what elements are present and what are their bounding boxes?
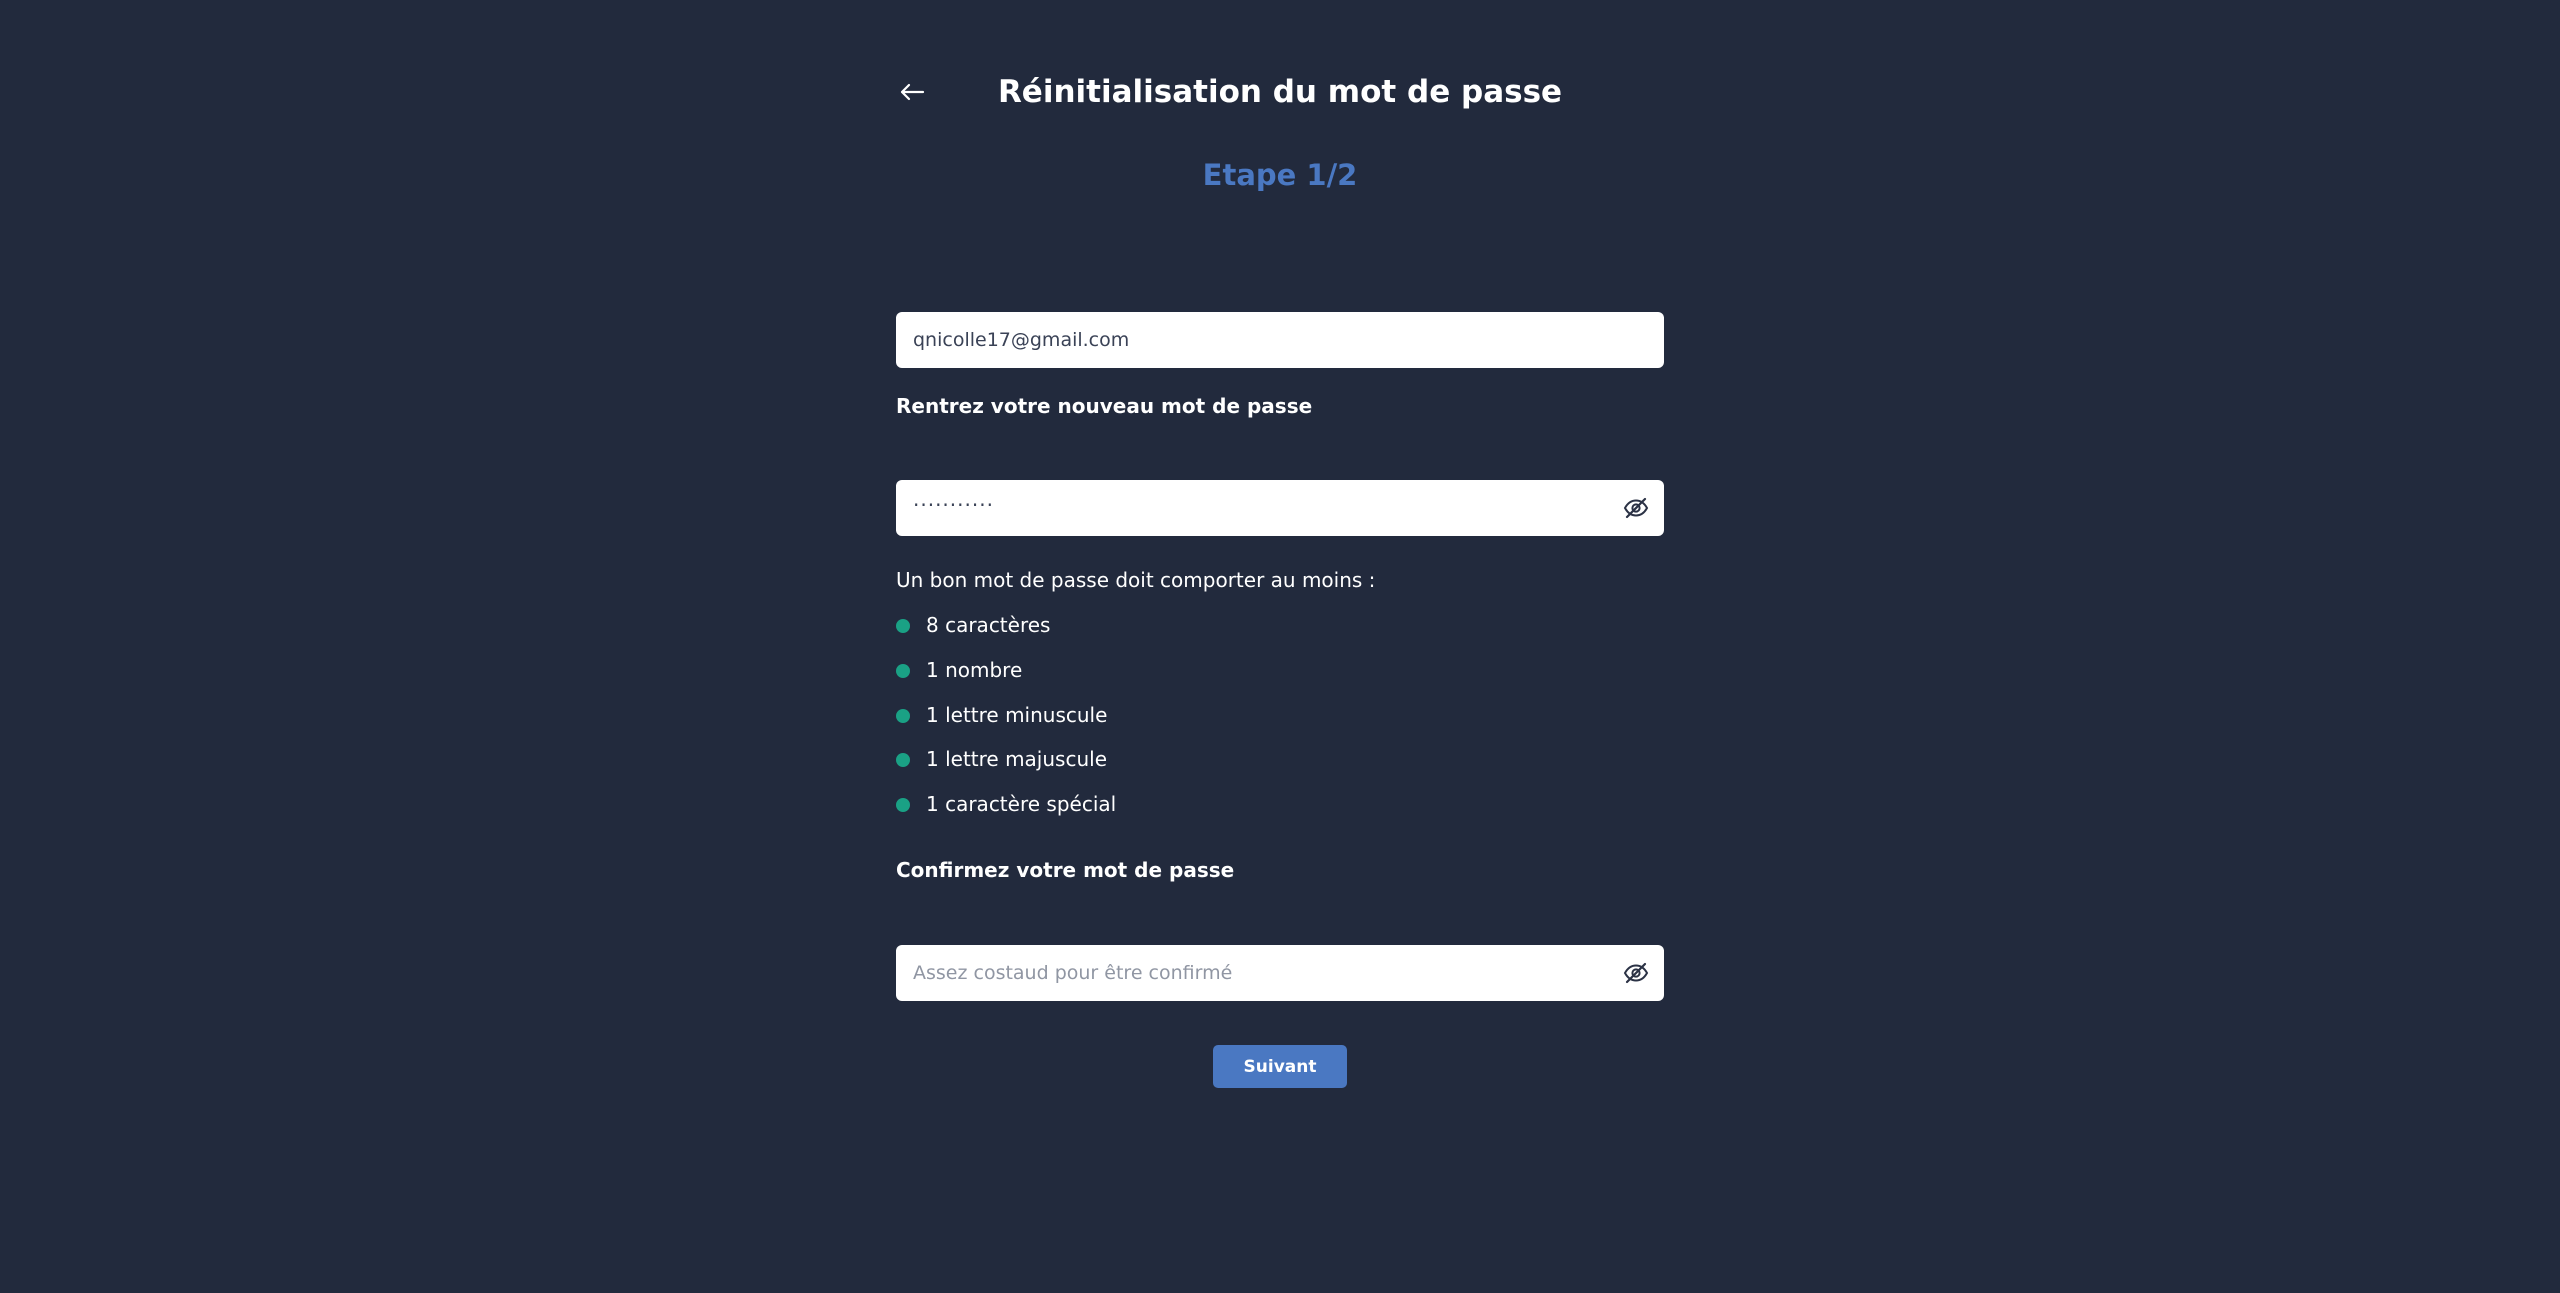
- email-field[interactable]: [896, 312, 1664, 368]
- password-rules-intro: Un bon mot de passe doit comporter au mo…: [896, 568, 1376, 592]
- password-rule-item: 1 nombre: [896, 655, 1116, 700]
- rule-valid-dot-icon: [896, 753, 910, 768]
- arrow-left-icon: [900, 83, 925, 101]
- back-button[interactable]: [892, 72, 932, 112]
- toggle-confirm-visibility-button[interactable]: [1620, 957, 1652, 989]
- next-button[interactable]: Suivant: [1213, 1045, 1347, 1088]
- confirm-password-field[interactable]: [896, 945, 1664, 1001]
- header: Réinitialisation du mot de passe: [896, 62, 1664, 122]
- step-indicator: Etape 1/2: [1202, 158, 1358, 192]
- password-rule-label: 1 nombre: [926, 657, 1023, 682]
- email-field-container: [896, 312, 1664, 368]
- new-password-label: Rentrez votre nouveau mot de passe: [896, 394, 1313, 418]
- eye-off-icon: [1623, 962, 1649, 984]
- reset-password-form: Réinitialisation du mot de passe Etape 1…: [896, 0, 1664, 1293]
- new-password-masked-value: ···········: [913, 493, 994, 517]
- password-rule-label: 8 caractères: [926, 613, 1051, 637]
- page: Réinitialisation du mot de passe Etape 1…: [0, 0, 2560, 1293]
- rule-valid-dot-icon: [896, 663, 910, 678]
- toggle-password-visibility-button[interactable]: [1620, 492, 1652, 524]
- page-title: Réinitialisation du mot de passe: [997, 74, 1563, 110]
- confirm-password-field-container: [896, 945, 1664, 1001]
- password-rule-label: 1 caractère spécial: [926, 792, 1117, 816]
- new-password-field[interactable]: ···········: [896, 480, 1664, 536]
- eye-off-icon: [1623, 497, 1649, 519]
- password-rule-item: 8 caractères: [896, 610, 1116, 655]
- confirm-password-label: Confirmez votre mot de passe: [896, 858, 1235, 882]
- rule-valid-dot-icon: [896, 708, 910, 723]
- password-rule-item: 1 lettre majuscule: [896, 744, 1116, 789]
- password-rule-item: 1 caractère spécial: [896, 789, 1116, 834]
- rule-valid-dot-icon: [896, 619, 910, 633]
- password-rule-label: 1 lettre majuscule: [926, 747, 1107, 772]
- password-rule-item: 1 lettre minuscule: [896, 700, 1116, 745]
- password-rule-label: 1 lettre minuscule: [926, 702, 1108, 727]
- rule-valid-dot-icon: [896, 798, 910, 812]
- password-rules-list: 8 caractères 1 nombre 1 lettre minuscule…: [896, 610, 1116, 834]
